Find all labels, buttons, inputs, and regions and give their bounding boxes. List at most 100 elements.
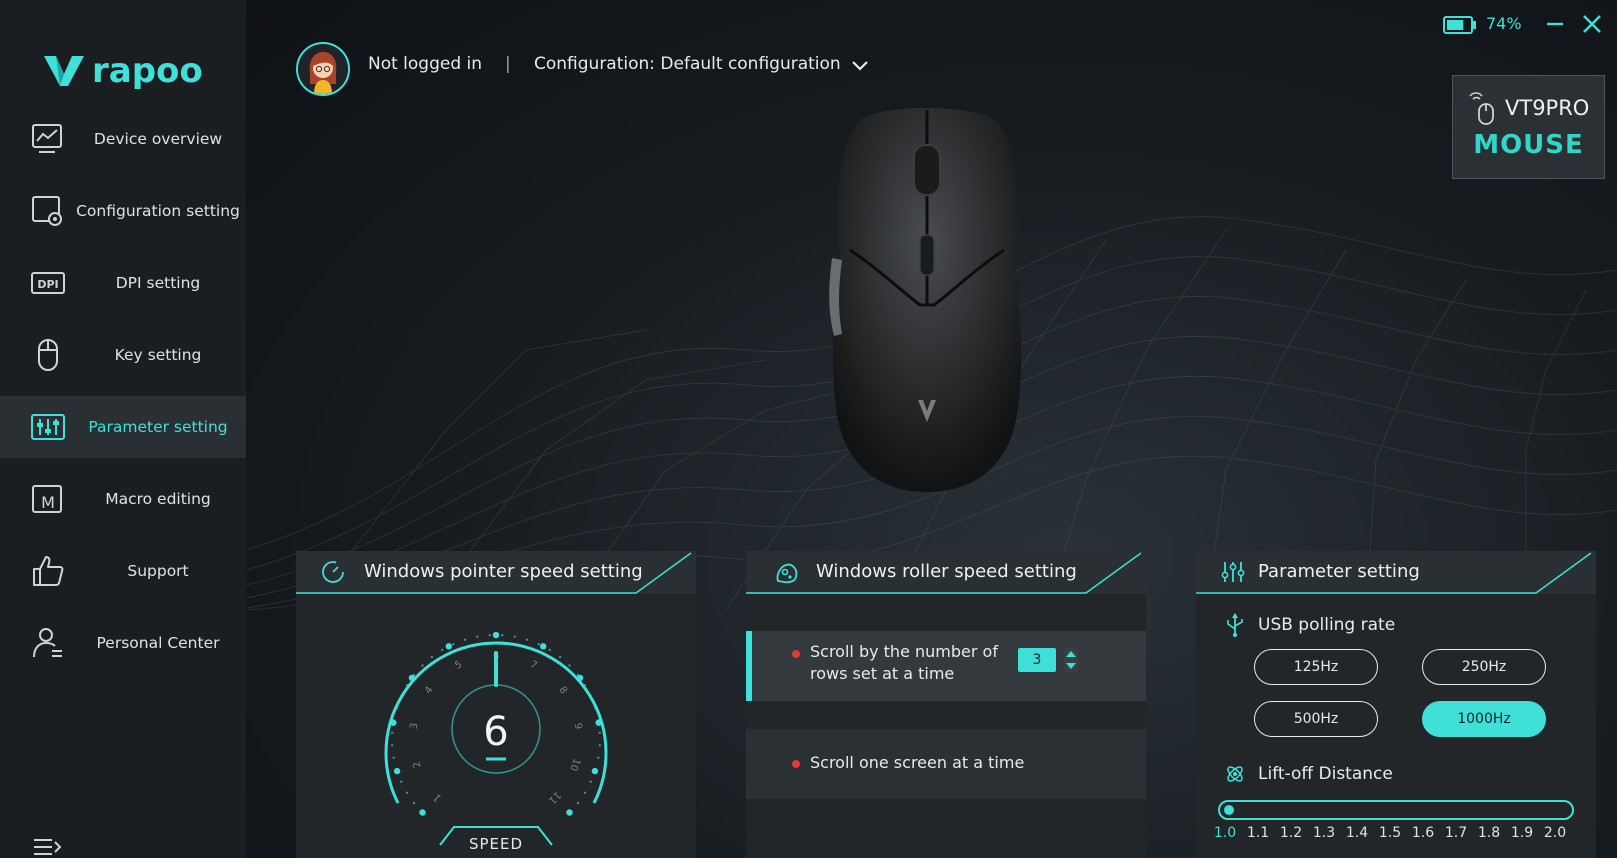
- liftoff-tick-label[interactable]: 1.6: [1408, 825, 1438, 841]
- liftoff-tick-label[interactable]: 1.8: [1474, 825, 1504, 841]
- sidebar-item-label: Personal Center: [96, 634, 220, 652]
- gauge-major-tick: [390, 719, 397, 726]
- polling-500hz-button[interactable]: 500Hz: [1254, 701, 1378, 737]
- gauge-major-tick: [595, 719, 602, 726]
- sidebar: rapoo Device overview Configuration sett…: [0, 0, 246, 858]
- speedometer-icon: [322, 561, 344, 583]
- gauge-major-tick: [591, 767, 599, 775]
- liftoff-atom-icon: [1227, 766, 1243, 782]
- liftoff-tick-label[interactable]: 1.1: [1243, 825, 1273, 841]
- gauge-scale-label: 7: [528, 659, 539, 672]
- rapoo-logo: rapoo: [42, 52, 203, 90]
- dpi-icon: DPI: [31, 272, 65, 294]
- svg-text:DPI: DPI: [37, 278, 58, 291]
- gauge-minor-tick: [583, 684, 587, 687]
- gauge-scale-label: 4: [423, 685, 436, 697]
- gauge-major-tick: [408, 674, 416, 682]
- chevron-down-icon[interactable]: [850, 58, 870, 74]
- roller-speed-panel: Windows roller speed setting Scroll by t…: [746, 551, 1146, 858]
- liftoff-distance-label: Lift-off Distance: [1258, 764, 1393, 784]
- polling-125hz-button[interactable]: 125Hz: [1254, 649, 1378, 685]
- wireless-mouse-icon: [1469, 92, 1494, 125]
- pointer-speed-value: 6: [483, 709, 508, 755]
- sliders-icon: [31, 414, 65, 440]
- gauge-minor-tick: [412, 801, 416, 805]
- sidebar-item-label: Support: [127, 562, 189, 580]
- gauge-minor-tick: [525, 638, 529, 641]
- scroll-rows-label-line1: Scroll by the number of: [810, 642, 998, 661]
- up-down-arrows-icon: [1066, 651, 1076, 669]
- gauge-minor-tick: [576, 801, 580, 805]
- mouse-icon: [38, 339, 58, 371]
- close-button[interactable]: [1580, 12, 1604, 36]
- scroll-screen-label: Scroll one screen at a time: [810, 753, 1025, 772]
- panel-header: Parameter setting: [1196, 551, 1596, 594]
- liftoff-tick-label[interactable]: 1.2: [1276, 825, 1306, 841]
- sidebar-item-support[interactable]: Support: [0, 540, 246, 602]
- sidebar-item-personal-center[interactable]: Personal Center: [0, 612, 246, 674]
- collapse-menu-icon[interactable]: [32, 836, 62, 858]
- device-type: MOUSE: [1473, 130, 1584, 160]
- rows-stepper[interactable]: [1064, 648, 1078, 672]
- radio-dot: [792, 650, 800, 658]
- gauge-major-tick: [492, 631, 500, 639]
- sidebar-item-key-setting[interactable]: Key setting: [0, 324, 246, 386]
- thumbs-up-icon: [33, 556, 64, 586]
- gauge-minor-tick: [589, 695, 592, 698]
- pointer-speed-gauge[interactable]: 1234567891011 6 SPEED: [380, 623, 612, 853]
- sidebar-item-label: Macro editing: [105, 490, 211, 508]
- minimize-button[interactable]: [1543, 12, 1567, 36]
- rows-stepper-value[interactable]: 3: [1018, 648, 1056, 672]
- polling-1000hz-button[interactable]: 1000Hz: [1422, 701, 1546, 737]
- sidebar-item-macro-editing[interactable]: M Macro editing: [0, 468, 246, 530]
- gauge-minor-tick: [598, 731, 601, 734]
- gauge-scale-label: 9: [572, 722, 584, 730]
- gauge-minor-tick: [513, 635, 516, 638]
- scroll-rows-label-line2: rows set at a time: [810, 664, 955, 683]
- gauge-scale-label: 5: [453, 659, 464, 672]
- usb-icon: [1227, 613, 1243, 637]
- gauge-minor-tick: [583, 791, 587, 794]
- sidebar-item-device-overview[interactable]: Device overview: [0, 108, 246, 170]
- configuration-selector[interactable]: Configuration: Default configuration: [534, 54, 841, 74]
- liftoff-slider-thumb[interactable]: [1224, 805, 1234, 815]
- polling-250hz-button[interactable]: 250Hz: [1422, 649, 1546, 685]
- gauge-minor-tick: [558, 655, 562, 659]
- sidebar-item-label: DPI setting: [115, 274, 201, 292]
- liftoff-tick-label[interactable]: 2.0: [1540, 825, 1570, 841]
- gauge-minor-tick: [421, 664, 424, 667]
- liftoff-tick-label[interactable]: 1.5: [1375, 825, 1405, 841]
- liftoff-tick-label[interactable]: 1.9: [1507, 825, 1537, 841]
- liftoff-tick-label[interactable]: 1.3: [1309, 825, 1339, 841]
- scroll-one-screen-option[interactable]: Scroll one screen at a time: [746, 729, 1146, 799]
- panel-title: Windows roller speed setting: [816, 561, 1077, 582]
- sidebar-item-label: Device overview: [93, 130, 223, 148]
- user-avatar[interactable]: [296, 42, 350, 96]
- gauge-minor-tick: [463, 638, 467, 641]
- gauge-minor-tick: [430, 655, 434, 659]
- liftoff-tick-label[interactable]: 1.0: [1210, 825, 1240, 841]
- gauge-major-tick: [576, 674, 584, 682]
- battery-percentage: 74%: [1486, 14, 1522, 33]
- scroll-by-rows-option[interactable]: Scroll by the number of rows set at a ti…: [746, 631, 1146, 701]
- logo-text: rapoo: [92, 51, 203, 91]
- radio-dot: [792, 760, 800, 768]
- gauge-minor-tick: [405, 791, 409, 794]
- speed-caption: SPEED: [469, 835, 523, 853]
- liftoff-tick-label[interactable]: 1.4: [1342, 825, 1372, 841]
- liftoff-slider[interactable]: [1218, 800, 1574, 820]
- gauge-scale-label: 8: [556, 685, 569, 697]
- gauge-minor-tick: [391, 731, 394, 734]
- device-card[interactable]: VT9PRO MOUSE: [1452, 75, 1605, 179]
- mouse-product-image: [829, 108, 1022, 492]
- sidebar-item-configuration-setting[interactable]: Configuration setting: [0, 180, 246, 242]
- svg-text:M: M: [41, 493, 55, 512]
- login-status[interactable]: Not logged in: [368, 54, 482, 74]
- gauge-scale-label: 10: [567, 757, 581, 773]
- gauge-minor-tick: [405, 684, 409, 687]
- sidebar-item-parameter-setting[interactable]: Parameter setting: [0, 396, 246, 458]
- battery-icon: [1443, 16, 1476, 34]
- liftoff-tick-label[interactable]: 1.7: [1441, 825, 1471, 841]
- panel-title: Parameter setting: [1258, 561, 1420, 582]
- sidebar-item-dpi-setting[interactable]: DPI DPI setting: [0, 252, 246, 314]
